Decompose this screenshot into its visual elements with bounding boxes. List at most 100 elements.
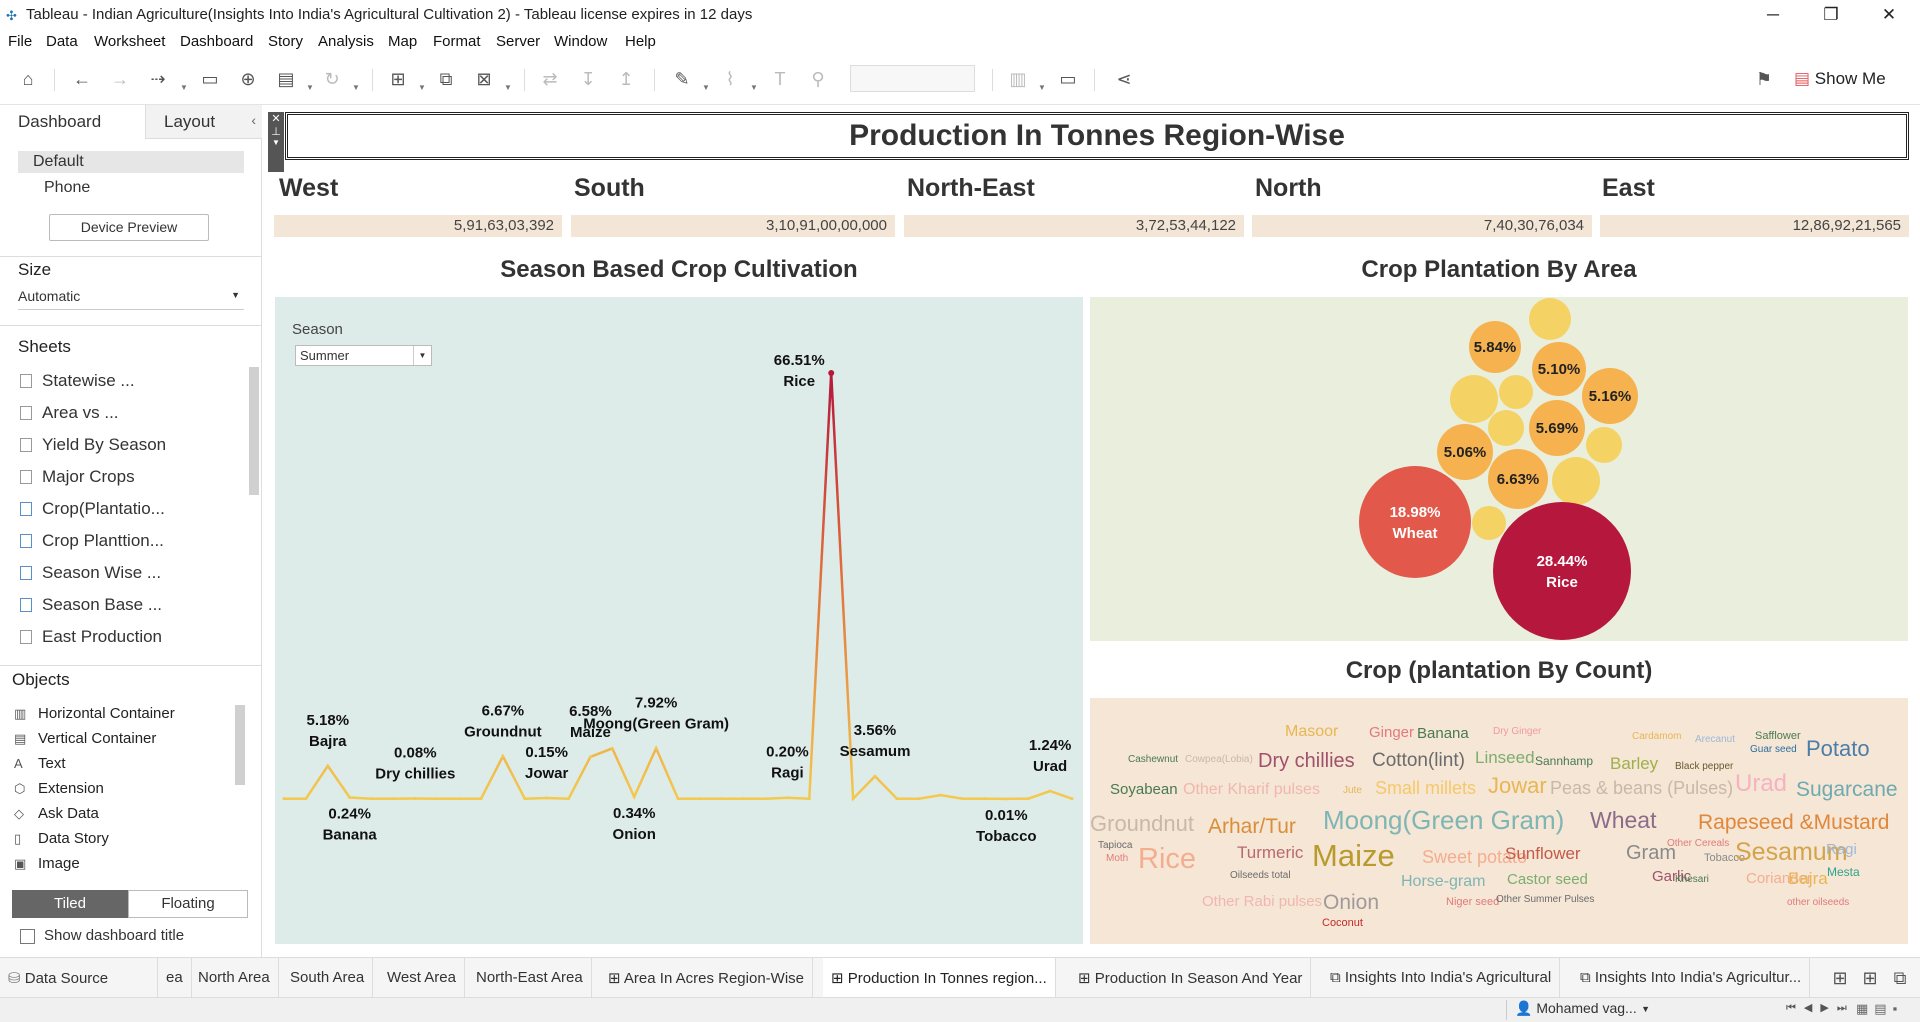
size-select[interactable]: Automatic ▼ <box>18 288 244 310</box>
line-point[interactable] <box>764 797 768 801</box>
word-cloud-item[interactable]: Masoor <box>1285 723 1338 741</box>
presentation-mode-icon[interactable]: ▭ <box>1054 65 1082 93</box>
word-cloud-item[interactable]: Bajra <box>1788 869 1828 889</box>
object-extension[interactable]: ⬡ Extension <box>14 780 104 797</box>
line-point[interactable] <box>742 797 746 801</box>
objects-scrollbar[interactable] <box>235 705 245 785</box>
word-cloud-item[interactable]: Coconut <box>1322 917 1363 929</box>
tab-west-area[interactable]: West Area <box>379 958 465 998</box>
close-icon[interactable]: ✕ <box>268 112 284 125</box>
sheet-item[interactable]: Major Crops <box>20 467 135 487</box>
line-point[interactable] <box>501 754 505 758</box>
line-point[interactable] <box>632 795 636 799</box>
word-cloud-item[interactable]: Guar seed <box>1750 744 1797 755</box>
tab-insights-2[interactable]: ⧉ Insights Into India's Agricultur... <box>1572 958 1811 998</box>
sheet-item[interactable]: East Production <box>20 627 162 647</box>
line-point[interactable] <box>435 797 439 801</box>
word-cloud-item[interactable]: Moth <box>1106 853 1128 864</box>
line-point[interactable] <box>720 797 724 801</box>
bubble[interactable] <box>1450 375 1498 423</box>
bubble[interactable] <box>1529 298 1571 340</box>
line-point[interactable] <box>785 796 789 800</box>
menu-help[interactable]: Help <box>625 33 656 50</box>
tab-area-partial[interactable]: ea <box>158 958 192 998</box>
sheet-item[interactable]: Crop(Plantatio... <box>20 499 165 519</box>
tab-north-east-area[interactable]: North-East Area <box>468 958 592 998</box>
fit-select[interactable] <box>850 65 975 92</box>
word-cloud-item[interactable]: Ginger <box>1369 724 1414 741</box>
menu-map[interactable]: Map <box>388 33 417 50</box>
word-cloud-item[interactable]: Dry Ginger <box>1493 726 1541 737</box>
line-point[interactable] <box>326 764 330 768</box>
share-icon[interactable]: ⋖ <box>1110 65 1138 93</box>
line-point[interactable] <box>370 797 374 801</box>
user-menu[interactable]: 👤 Mohamed vag... ▼ <box>1506 1000 1656 1020</box>
line-point[interactable] <box>851 797 855 801</box>
line-point[interactable] <box>1070 797 1074 801</box>
menu-format[interactable]: Format <box>433 33 481 50</box>
chevron-down-icon[interactable]: ▼ <box>268 138 284 147</box>
pin-icon[interactable]: ⚲ <box>804 65 832 93</box>
menu-window[interactable]: Window <box>554 33 607 50</box>
device-phone[interactable]: Phone <box>44 179 90 197</box>
container-handle[interactable]: ✕ ⊥ ▼ <box>268 112 284 172</box>
tab-north-area[interactable]: North Area <box>190 958 279 998</box>
line-point[interactable] <box>917 797 921 801</box>
line-point[interactable] <box>567 797 571 801</box>
word-cloud-item[interactable]: Barley <box>1610 754 1658 774</box>
season-filter-select[interactable]: Summer ▼ <box>295 345 432 366</box>
menu-data[interactable]: Data <box>46 33 78 50</box>
device-default[interactable]: Default <box>18 151 244 173</box>
show-cards-icon[interactable]: ▥ <box>1004 65 1032 93</box>
new-worksheet-icon[interactable]: ⊞ <box>384 65 412 93</box>
word-cloud-item[interactable]: Maize <box>1312 838 1395 874</box>
word-cloud-item[interactable]: Dry chillies <box>1258 750 1355 773</box>
line-point[interactable] <box>1048 789 1052 793</box>
word-cloud-item[interactable]: Other Kharif pulses <box>1183 781 1320 799</box>
word-cloud-item[interactable]: Oilseeds total <box>1230 870 1291 881</box>
object-ask-data[interactable]: ◇ Ask Data <box>14 805 99 822</box>
clear-sheet-icon[interactable]: ⊠ <box>470 65 498 93</box>
line-point[interactable] <box>961 797 965 801</box>
line-point[interactable] <box>282 797 286 801</box>
new-data-source-icon[interactable]: ⊕ <box>234 65 262 93</box>
line-point[interactable] <box>610 746 614 750</box>
tab-production-in-tonnes[interactable]: ⊞ Production In Tonnes region... <box>823 958 1056 998</box>
sheet-item[interactable]: Season Base ... <box>20 595 162 615</box>
word-cloud-item[interactable]: Sannhamp <box>1535 754 1593 768</box>
bubble[interactable] <box>1586 427 1622 463</box>
tiled-button[interactable]: Tiled <box>12 890 128 918</box>
line-point[interactable] <box>698 797 702 801</box>
word-cloud-item[interactable]: Cardamom <box>1632 731 1681 742</box>
word-cloud-item[interactable]: Linseed <box>1475 748 1535 768</box>
bubble[interactable] <box>1493 502 1631 640</box>
word-cloud-item[interactable]: Black pepper <box>1675 761 1733 772</box>
save-icon[interactable]: ▭ <box>196 65 224 93</box>
paint-brush-icon[interactable]: ⚑ <box>1750 65 1778 93</box>
line-point[interactable] <box>1026 797 1030 801</box>
word-cloud-item[interactable]: Onion <box>1323 891 1379 915</box>
sheet-item[interactable]: Statewise ... <box>20 371 135 391</box>
object-data-story[interactable]: ▯ Data Story <box>14 830 109 847</box>
new-worksheet-tab-icon[interactable]: ⊞ <box>1826 964 1854 992</box>
tab-area-in-acres[interactable]: ⊞ Area In Acres Region-Wise <box>600 958 813 998</box>
duplicate-icon[interactable]: ⧉ <box>432 65 460 93</box>
word-cloud-item[interactable]: Safflower <box>1755 730 1801 742</box>
menu-worksheet[interactable]: Worksheet <box>94 33 165 50</box>
line-point[interactable] <box>828 370 835 376</box>
home-icon[interactable]: ⌂ <box>14 65 42 93</box>
close-button[interactable]: ✕ <box>1860 0 1918 29</box>
redo-icon[interactable]: → <box>106 65 134 93</box>
word-cloud-item[interactable]: Sunflower <box>1505 844 1581 864</box>
object-horizontal-container[interactable]: ▥ Horizontal Container <box>14 705 175 722</box>
sheets-scrollbar[interactable] <box>249 367 259 495</box>
restore-button[interactable]: ❐ <box>1802 0 1860 29</box>
word-cloud-item[interactable]: Arhar/Tur <box>1208 815 1296 839</box>
line-point[interactable] <box>413 796 417 800</box>
word-cloud-item[interactable]: Rice <box>1138 843 1196 876</box>
new-story-tab-icon[interactable]: ⧉ <box>1886 964 1914 992</box>
line-point[interactable] <box>676 797 680 801</box>
line-point[interactable] <box>588 755 592 759</box>
word-cloud-item[interactable]: Wheat <box>1590 807 1656 834</box>
line-point[interactable] <box>895 797 899 801</box>
